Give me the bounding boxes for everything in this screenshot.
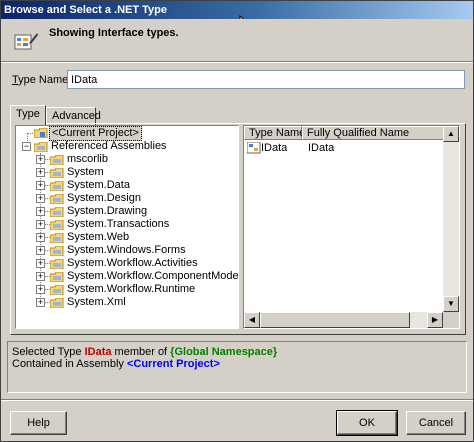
folder-icon xyxy=(50,298,64,308)
row-fully-qualified-name: IData xyxy=(308,142,335,154)
scroll-up-icon[interactable]: ▲ xyxy=(443,126,459,142)
expand-toggle-icon[interactable]: + xyxy=(36,181,45,190)
folder-icon xyxy=(50,233,64,243)
vertical-scrollbar[interactable]: ▲ ▼ xyxy=(443,126,459,312)
info-line-assembly: Contained in Assembly <Current Project> xyxy=(12,358,462,370)
folder-icon xyxy=(50,246,64,256)
title-bar: Browse and Select a .NET Type xyxy=(1,1,473,19)
folder-icon xyxy=(50,272,64,282)
info-line-selected-type: Selected Type IData member of {Global Na… xyxy=(12,346,462,358)
type-list[interactable]: Type Name Fully Qualified Name IData IDa… xyxy=(243,125,460,329)
type-name-label: Type Name: xyxy=(12,74,71,86)
expand-toggle-icon[interactable]: + xyxy=(36,194,45,203)
info-type-name: IData xyxy=(84,346,112,358)
row-type-name: IData xyxy=(261,142,288,154)
expand-toggle-icon[interactable]: + xyxy=(36,155,45,164)
expand-toggle-icon[interactable]: + xyxy=(36,168,45,177)
referenced-assemblies-label: Referenced Assemblies xyxy=(51,140,167,152)
current-project-label[interactable]: <Current Project> xyxy=(49,126,142,141)
type-name-label-rest: ype Name: xyxy=(18,74,72,86)
assembly-label: System.Workflow.ComponentModel xyxy=(67,270,239,282)
info-namespace: {Global Namespace} xyxy=(170,346,278,358)
tab-type[interactable]: Type xyxy=(10,105,46,125)
expand-toggle-icon[interactable]: + xyxy=(36,233,45,242)
folder-icon xyxy=(50,259,64,269)
horizontal-scrollbar[interactable]: ◀ ▶ xyxy=(244,312,443,328)
selection-info: Selected Type IData member of {Global Na… xyxy=(7,341,467,393)
scroll-left-icon[interactable]: ◀ xyxy=(244,312,260,328)
folder-icon xyxy=(50,285,64,295)
assembly-tree[interactable]: <Current Project> − Referenced Assemblie… xyxy=(15,125,239,329)
type-name-input[interactable] xyxy=(67,70,465,89)
scrollbar-corner xyxy=(443,312,459,328)
header-text: Showing Interface types. xyxy=(49,27,179,39)
folder-icon xyxy=(50,207,64,217)
expand-toggle-icon[interactable]: + xyxy=(36,272,45,281)
type-list-row[interactable]: IData IData xyxy=(244,141,459,155)
interface-browse-icon xyxy=(14,33,38,50)
dialog-header: Showing Interface types. xyxy=(1,19,473,63)
column-header-fully-qualified-name[interactable]: Fully Qualified Name xyxy=(302,126,459,140)
expand-toggle-icon[interactable]: + xyxy=(36,298,45,307)
assembly-label: mscorlib xyxy=(67,153,108,165)
interface-type-icon xyxy=(247,142,261,154)
horizontal-scroll-thumb[interactable] xyxy=(260,312,410,328)
expand-toggle-icon[interactable]: + xyxy=(36,207,45,216)
browse-type-dialog: Browse and Select a .NET Type Showing In… xyxy=(0,0,474,442)
assembly-label: System.Drawing xyxy=(67,205,148,217)
assembly-label: System.Workflow.Runtime xyxy=(67,283,196,295)
folder-icon xyxy=(50,181,64,191)
folder-icon xyxy=(50,220,64,230)
scroll-down-icon[interactable]: ▼ xyxy=(443,296,459,312)
assembly-label: System.Web xyxy=(67,231,130,243)
header-separator xyxy=(1,61,473,63)
help-button[interactable]: Help xyxy=(10,411,67,435)
info-assembly: <Current Project> xyxy=(126,358,220,370)
footer-separator xyxy=(1,399,473,401)
folder-icon xyxy=(34,142,48,152)
assembly-label: System xyxy=(67,166,104,178)
expand-toggle-icon[interactable]: + xyxy=(36,259,45,268)
expand-toggle-icon[interactable]: + xyxy=(36,246,45,255)
cancel-button[interactable]: Cancel xyxy=(406,411,466,435)
collapse-toggle-icon[interactable]: − xyxy=(22,142,31,151)
info-text: Contained in Assembly xyxy=(12,358,127,370)
assembly-label: System.Workflow.Activities xyxy=(67,257,198,269)
expand-toggle-icon[interactable]: + xyxy=(36,285,45,294)
info-text: member of xyxy=(111,346,171,358)
ok-button[interactable]: OK xyxy=(336,410,398,436)
assembly-label: System.Data xyxy=(67,179,130,191)
folder-icon xyxy=(50,155,64,165)
assembly-label: System.Design xyxy=(67,192,141,204)
assembly-label: System.Transactions xyxy=(67,218,170,230)
window-title: Browse and Select a .NET Type xyxy=(4,4,168,16)
assembly-label: System.Xml xyxy=(67,296,126,308)
folder-icon xyxy=(34,128,48,138)
expand-toggle-icon[interactable]: + xyxy=(36,220,45,229)
scroll-right-icon[interactable]: ▶ xyxy=(427,312,443,328)
column-header-type-name[interactable]: Type Name xyxy=(244,126,305,140)
folder-icon xyxy=(50,168,64,178)
assembly-label: System.Windows.Forms xyxy=(67,244,186,256)
folder-icon xyxy=(50,194,64,204)
info-text: Selected Type xyxy=(12,346,85,358)
